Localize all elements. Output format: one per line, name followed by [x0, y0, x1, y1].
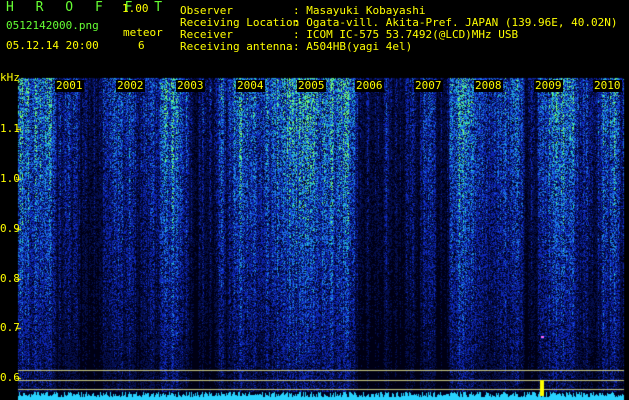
version-label: 1.00 [122, 2, 149, 15]
year-label-2010: 2010 [593, 79, 622, 92]
tick-label-0-9: 0.9 [0, 222, 20, 235]
axis-unit-label: kHz [0, 71, 20, 84]
spectrogram-canvas [0, 0, 629, 400]
info-value-antenna: : A504HB(yagi 4el) [293, 40, 413, 53]
meteor-count: 6 [138, 39, 145, 52]
filename-label: 0512142000.png [6, 19, 99, 32]
year-label-2001: 2001 [55, 79, 84, 92]
year-label-2006: 2006 [355, 79, 384, 92]
year-label-2005: 2005 [297, 79, 326, 92]
tick-label-0-8: 0.8 [0, 272, 20, 285]
year-label-2002: 2002 [116, 79, 145, 92]
tick-label-0-7: 0.7 [0, 321, 20, 334]
year-label-2007: 2007 [414, 79, 443, 92]
year-label-2009: 2009 [534, 79, 563, 92]
datetime-label: 05.12.14 20:00 [6, 39, 99, 52]
year-label-2004: 2004 [236, 79, 265, 92]
meteor-label: meteor [123, 26, 163, 39]
tick-label-1-0: 1.0 [0, 172, 20, 185]
tick-label-0-6: 0.6 [0, 371, 20, 384]
year-label-2008: 2008 [474, 79, 503, 92]
info-label-antenna: Receiving antenna [180, 40, 293, 53]
tick-label-1-1: 1.1 [0, 122, 20, 135]
year-label-2003: 2003 [176, 79, 205, 92]
